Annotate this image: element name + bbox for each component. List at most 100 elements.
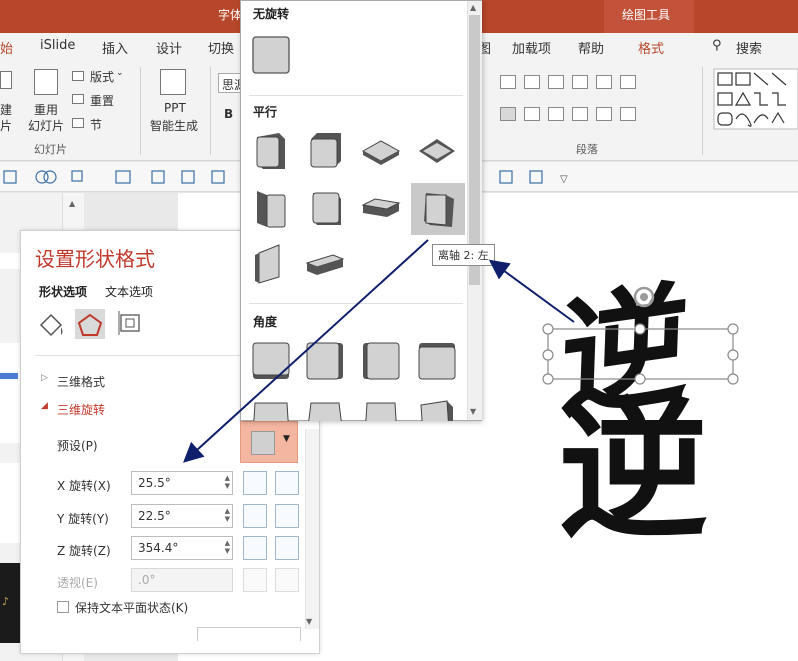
tab-format[interactable]: 格式 bbox=[638, 38, 664, 57]
pane-scrollbar[interactable] bbox=[305, 429, 319, 629]
size-properties-icon[interactable] bbox=[118, 311, 140, 335]
reset-icon[interactable] bbox=[72, 94, 84, 104]
tab-insert[interactable]: 插入 bbox=[102, 38, 128, 57]
perspective-label: 透视(E) bbox=[57, 576, 98, 590]
preset-parallel-4[interactable] bbox=[415, 129, 459, 173]
z-rotate-ccw-icon[interactable] bbox=[243, 536, 267, 560]
x-rotation-input[interactable]: 25.5° ▲ ▼ bbox=[131, 471, 233, 495]
scroll-up-icon[interactable]: ▲ bbox=[69, 199, 75, 208]
shapes-gallery[interactable] bbox=[712, 67, 798, 131]
preset-no-rotation[interactable] bbox=[249, 33, 293, 77]
preset-parallel-7[interactable] bbox=[359, 185, 403, 229]
reuse-slides-sub[interactable]: 幻灯片 bbox=[28, 117, 64, 134]
scroll-up-icon[interactable]: ▲ bbox=[470, 3, 476, 12]
dropdown-arrow-icon[interactable]: ▼ bbox=[283, 434, 290, 444]
tab-text-options[interactable]: 文本选项 bbox=[105, 283, 153, 300]
preset-angle-7[interactable] bbox=[359, 395, 403, 421]
keep-text-flat-label[interactable]: 保持文本平面状态(K) bbox=[75, 599, 188, 616]
tab-help[interactable]: 帮助 bbox=[578, 38, 604, 57]
spinner-icon[interactable]: ▲ ▼ bbox=[225, 507, 230, 523]
preset-angle-1[interactable] bbox=[249, 339, 293, 383]
justify-icon[interactable] bbox=[572, 107, 588, 121]
preset-parallel-1[interactable] bbox=[249, 129, 293, 173]
tab-design[interactable]: 设计 bbox=[156, 38, 182, 57]
preset-angle-6[interactable] bbox=[303, 395, 347, 421]
ppt-label[interactable]: PPT bbox=[164, 101, 186, 115]
x-rotate-left-icon[interactable] bbox=[243, 471, 267, 495]
bullets-icon[interactable] bbox=[500, 75, 516, 89]
align-left-icon[interactable] bbox=[500, 107, 516, 121]
reuse-slides-label[interactable]: 重用 bbox=[34, 101, 58, 118]
bold-button[interactable]: B bbox=[224, 107, 233, 121]
ppt-generate-icon[interactable] bbox=[160, 69, 186, 95]
chevron-down-icon[interactable]: ⌄ bbox=[116, 68, 124, 78]
decrease-indent-icon[interactable] bbox=[548, 75, 564, 89]
section-3d-format[interactable]: 三维格式 bbox=[57, 373, 105, 390]
align-center-icon[interactable] bbox=[524, 107, 540, 121]
preset-parallel-2[interactable] bbox=[303, 129, 347, 173]
preset-angle-8[interactable] bbox=[415, 395, 459, 421]
tab-islide[interactable]: iSlide bbox=[40, 38, 75, 53]
scroll-down-icon[interactable]: ▼ bbox=[470, 407, 476, 416]
perspective-down-icon bbox=[275, 568, 299, 592]
z-rotation-input[interactable]: 354.4° ▲ ▼ bbox=[131, 536, 233, 560]
expand-3d-rotation-icon[interactable]: ◢ bbox=[41, 401, 48, 411]
search-icon[interactable]: ⚲ bbox=[712, 38, 722, 53]
perspective-up-icon bbox=[243, 568, 267, 592]
reset-button[interactable]: 重置 bbox=[90, 92, 114, 109]
svg-text:♪: ♪ bbox=[2, 595, 9, 608]
bottom-character: 逆 bbox=[558, 385, 708, 559]
preset-angle-3[interactable] bbox=[359, 339, 403, 383]
align-right-icon[interactable] bbox=[548, 107, 564, 121]
layout-button[interactable]: 版式 bbox=[90, 68, 114, 85]
scroll-down-icon[interactable]: ▼ bbox=[306, 617, 312, 626]
fill-line-icon[interactable] bbox=[39, 313, 63, 337]
new-slide-label[interactable]: 建 bbox=[0, 101, 12, 118]
keep-text-flat-checkbox[interactable] bbox=[57, 601, 69, 613]
section-icon[interactable] bbox=[72, 118, 84, 128]
section-button[interactable]: 节 bbox=[90, 116, 102, 133]
preset-angle-2[interactable] bbox=[303, 339, 347, 383]
preset-parallel-3[interactable] bbox=[359, 129, 403, 173]
layout-icon[interactable] bbox=[72, 71, 84, 81]
effects-icon[interactable] bbox=[75, 309, 105, 339]
preset-dropdown[interactable]: ▼ bbox=[240, 421, 298, 463]
new-slide-icon[interactable] bbox=[0, 71, 12, 89]
increase-indent-icon[interactable] bbox=[572, 75, 588, 89]
preset-angle-5[interactable] bbox=[249, 395, 293, 421]
preset-parallel-10[interactable] bbox=[303, 241, 347, 285]
y-rotation-label: Y 旋转(Y) bbox=[57, 512, 109, 526]
preset-angle-4[interactable] bbox=[415, 339, 459, 383]
window-title: 字体 bbox=[218, 8, 243, 22]
smartart-icon[interactable] bbox=[620, 107, 636, 121]
preset-parallel-5[interactable] bbox=[249, 185, 293, 229]
perspective-value: .0° bbox=[138, 573, 156, 587]
z-rotate-cw-icon[interactable] bbox=[275, 536, 299, 560]
ppt-sub[interactable]: 智能生成 bbox=[150, 117, 198, 134]
columns-icon[interactable] bbox=[596, 107, 612, 121]
preset-parallel-9[interactable] bbox=[249, 241, 293, 285]
tab-transitions[interactable]: 切换 bbox=[208, 38, 234, 57]
new-slide-sub[interactable]: 片 bbox=[0, 117, 12, 134]
y-rotate-up-icon[interactable] bbox=[243, 504, 267, 528]
numbering-icon[interactable] bbox=[524, 75, 540, 89]
y-rotate-down-icon[interactable] bbox=[275, 504, 299, 528]
tab-addins[interactable]: 加载项 bbox=[512, 38, 551, 57]
spinner-icon[interactable]: ▲ ▼ bbox=[225, 474, 230, 490]
preset-parallel-6[interactable] bbox=[303, 185, 347, 229]
pane-category-icons bbox=[39, 309, 140, 339]
y-rotation-input[interactable]: 22.5° ▲ ▼ bbox=[131, 504, 233, 528]
line-spacing-icon[interactable] bbox=[596, 75, 612, 89]
section-3d-rotation[interactable]: 三维旋转 bbox=[57, 401, 105, 418]
collapse-3d-format-icon[interactable]: ▷ bbox=[41, 373, 48, 383]
spinner-icon[interactable]: ▲ ▼ bbox=[225, 539, 230, 555]
gallery-separator bbox=[249, 95, 463, 96]
tab-shape-options[interactable]: 形状选项 bbox=[39, 283, 87, 300]
text-direction-icon[interactable] bbox=[620, 75, 636, 89]
gallery-section-angle: 角度 bbox=[241, 309, 467, 333]
x-rotate-right-icon[interactable] bbox=[275, 471, 299, 495]
preset-off-axis-2-left[interactable] bbox=[411, 183, 465, 235]
tab-home[interactable]: 始 bbox=[0, 38, 13, 57]
tab-search[interactable]: 搜索 bbox=[736, 38, 762, 57]
reuse-slides-icon[interactable] bbox=[34, 69, 58, 95]
